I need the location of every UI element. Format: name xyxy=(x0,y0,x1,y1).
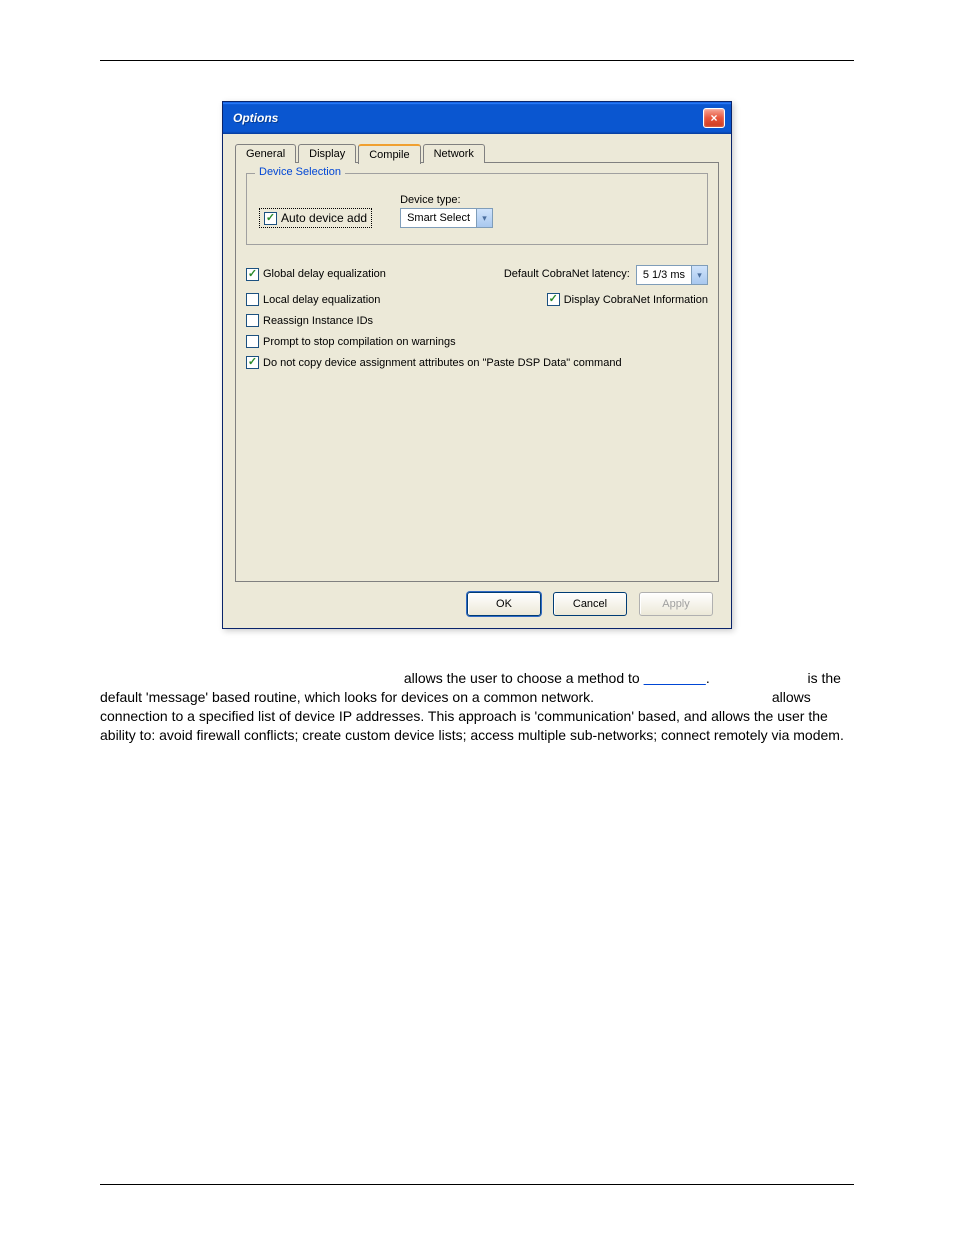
ok-button[interactable]: OK xyxy=(467,592,541,616)
local-delay-checkbox[interactable]: Local delay equalization xyxy=(246,293,380,306)
local-delay-label: Local delay equalization xyxy=(263,294,380,306)
dialog-body: General Display Compile Network Device S… xyxy=(223,134,731,628)
tab-network[interactable]: Network xyxy=(423,144,485,163)
para-t1: allows the user to choose a method to xyxy=(404,670,644,686)
blank-link-1 xyxy=(644,670,706,686)
checkbox-icon xyxy=(246,356,259,369)
global-delay-label: Global delay equalization xyxy=(263,268,386,280)
checkbox-icon xyxy=(246,268,259,281)
checkbox-icon xyxy=(264,212,277,225)
rule-top xyxy=(100,60,854,61)
rule-bottom xyxy=(100,1184,854,1185)
options-dialog: Options × General Display Compile Networ… xyxy=(222,101,732,629)
display-cobranet-checkbox[interactable]: Display CobraNet Information xyxy=(547,293,708,306)
fieldset-legend: Device Selection xyxy=(255,166,345,178)
default-cobranet-label: Default CobraNet latency: xyxy=(504,268,630,280)
apply-button[interactable]: Apply xyxy=(639,592,713,616)
device-type-value: Smart Select xyxy=(401,212,476,224)
do-not-copy-label: Do not copy device assignment attributes… xyxy=(263,357,622,369)
body-paragraph: allows the user to choose a method to . … xyxy=(100,669,854,745)
chevron-down-icon: ▾ xyxy=(691,266,707,284)
titlebar: Options × xyxy=(223,102,731,134)
prompt-stop-checkbox[interactable]: Prompt to stop compilation on warnings xyxy=(246,335,456,348)
tab-general[interactable]: General xyxy=(235,144,296,163)
default-cobranet-value: 5 1/3 ms xyxy=(637,269,691,281)
device-type-col: Device type: Smart Select ▾ xyxy=(400,194,493,228)
cancel-button[interactable]: Cancel xyxy=(553,592,627,616)
checkbox-icon xyxy=(246,314,259,327)
dialog-button-row: OK Cancel Apply xyxy=(235,582,719,616)
do-not-copy-checkbox[interactable]: Do not copy device assignment attributes… xyxy=(246,356,622,369)
reassign-ids-checkbox[interactable]: Reassign Instance IDs xyxy=(246,314,373,327)
chevron-down-icon: ▾ xyxy=(476,209,492,227)
default-cobranet-select[interactable]: 5 1/3 ms ▾ xyxy=(636,265,708,285)
auto-device-add-label: Auto device add xyxy=(281,211,367,225)
dialog-title: Options xyxy=(233,111,278,125)
device-selection-fieldset: Device Selection Auto device add Device … xyxy=(246,173,708,245)
checkbox-icon xyxy=(246,293,259,306)
checkbox-icon xyxy=(547,293,560,306)
tab-display[interactable]: Display xyxy=(298,144,356,163)
compile-panel: Device Selection Auto device add Device … xyxy=(235,162,719,582)
close-icon[interactable]: × xyxy=(703,108,725,128)
display-cobranet-label: Display CobraNet Information xyxy=(564,294,708,306)
prompt-stop-label: Prompt to stop compilation on warnings xyxy=(263,336,456,348)
reassign-ids-label: Reassign Instance IDs xyxy=(263,315,373,327)
checkbox-icon xyxy=(246,335,259,348)
tab-compile[interactable]: Compile xyxy=(358,144,420,164)
device-type-select[interactable]: Smart Select ▾ xyxy=(400,208,493,228)
auto-device-add-checkbox[interactable]: Auto device add xyxy=(259,208,372,228)
global-delay-checkbox[interactable]: Global delay equalization xyxy=(246,268,386,281)
tab-strip: General Display Compile Network xyxy=(235,144,719,163)
device-type-label: Device type: xyxy=(400,194,493,206)
